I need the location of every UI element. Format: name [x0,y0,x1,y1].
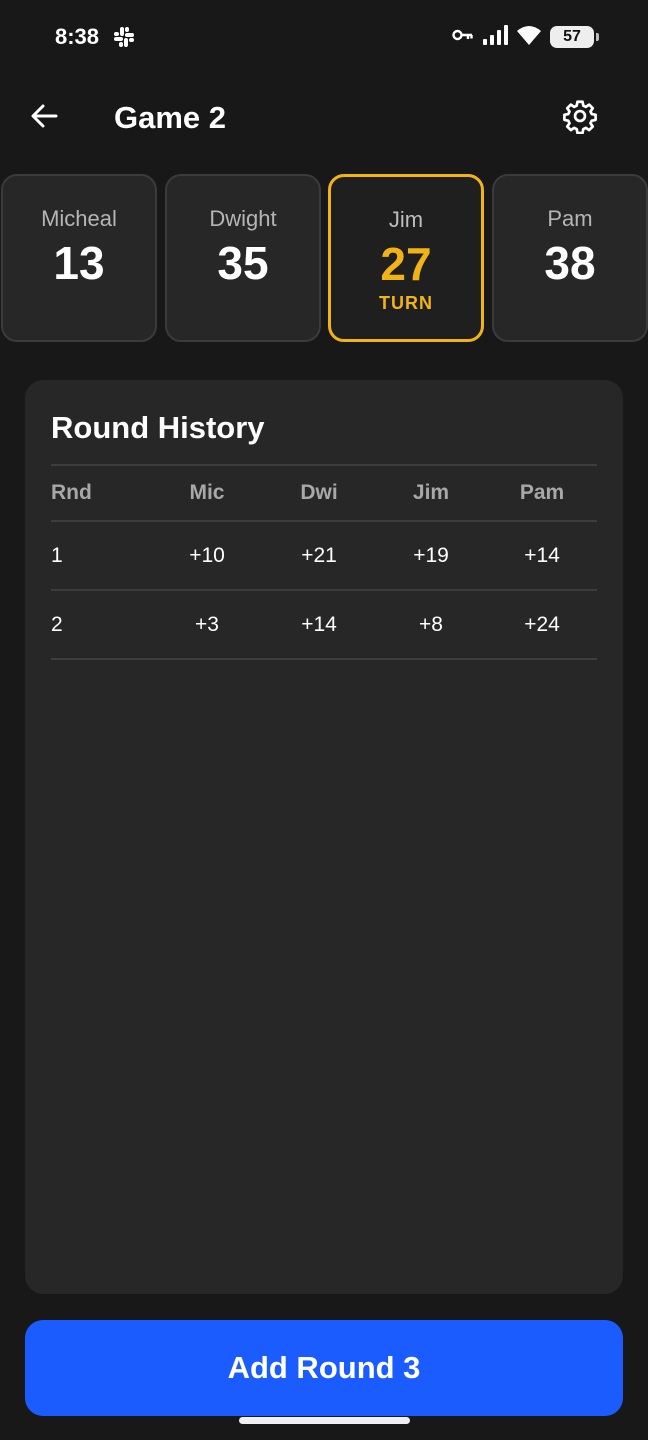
battery-icon: 57 [550,26,599,48]
app-bar: Game 2 [0,82,648,154]
round-history-table: Rnd Mic Dwi Jim Pam 1 +10 +21 +19 +14 2 … [51,464,597,660]
score-cell: +21 [301,543,337,567]
status-bar: 8:38 57 [0,0,648,76]
player-card-jim[interactable]: Jim 27 TURN [328,174,484,342]
player-name: Jim [388,207,424,232]
player-name: Dwight [209,206,277,231]
player-score: 38 [544,237,596,289]
score-cell: +14 [301,612,337,636]
table-row[interactable]: 1 +10 +21 +19 +14 [51,522,597,591]
gear-icon [562,98,598,139]
player-score: 27 [380,238,432,290]
column-header: Pam [519,481,565,504]
score-cell: +10 [189,543,225,567]
table-row[interactable]: 2 +3 +14 +8 +24 [51,591,597,660]
player-score: 35 [217,237,269,289]
round-number: 1 [51,543,63,567]
player-card-micheal[interactable]: Micheal 13 [1,174,157,342]
score-cell: +19 [413,543,449,567]
column-header: Jim [412,481,450,504]
player-score: 13 [53,237,105,289]
score-cell: +3 [195,612,219,636]
signal-icon [482,24,508,51]
column-header: Rnd [51,481,92,504]
column-header: Dwi [300,481,338,504]
app-screen: 8:38 57 Game 2 Micheal 13 Dwight 35 Jim … [0,0,648,1440]
wifi-icon [516,24,542,51]
player-name: Micheal [41,206,117,231]
score-cell: +8 [419,612,443,636]
status-icons: 57 [452,24,599,51]
status-time: 8:38 [55,24,100,49]
section-title: Round History [51,410,265,445]
score-cell: +14 [524,543,560,567]
player-card-dwight[interactable]: Dwight 35 [165,174,321,342]
back-button[interactable] [22,96,66,140]
home-indicator[interactable] [239,1417,410,1424]
page-title: Game 2 [114,100,227,135]
vpn-key-icon [452,28,474,47]
add-round-button[interactable]: Add Round 3 [25,1320,623,1416]
slack-icon [113,26,135,48]
turn-badge: TURN [379,293,433,313]
arrow-left-icon [29,101,59,136]
column-header: Mic [189,481,225,504]
score-cell: +24 [524,612,560,636]
settings-button[interactable] [558,96,602,140]
table-header-row: Rnd Mic Dwi Jim Pam [51,464,597,522]
player-name: Pam [547,206,593,231]
player-cards: Micheal 13 Dwight 35 Jim 27 TURN Pam 38 [0,174,648,344]
player-card-pam[interactable]: Pam 38 [492,174,648,342]
round-history-panel: Round History Rnd Mic Dwi Jim Pam 1 +10 … [25,380,623,1294]
round-number: 2 [51,612,63,636]
